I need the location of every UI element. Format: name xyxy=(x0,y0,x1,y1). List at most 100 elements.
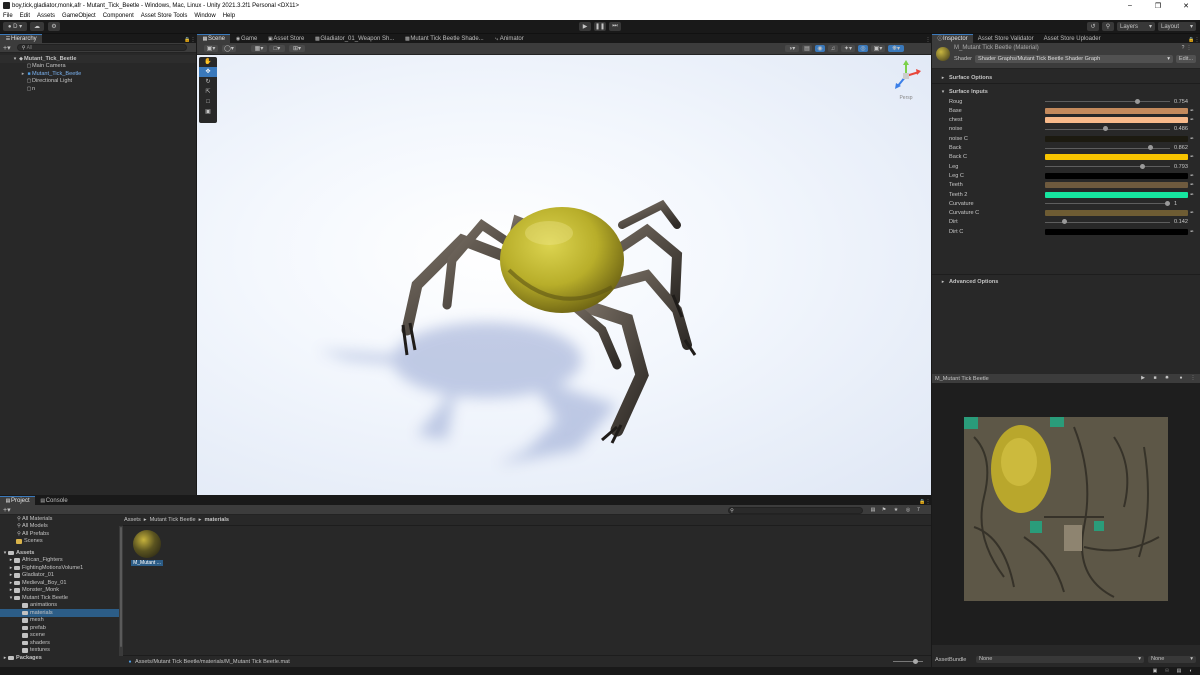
camera-settings-button[interactable]: ▣▾ xyxy=(871,45,885,52)
icon-size-slider[interactable] xyxy=(893,659,923,664)
property-slider[interactable] xyxy=(1045,145,1170,150)
menu-file[interactable]: File xyxy=(3,13,13,19)
property-slider[interactable] xyxy=(1045,200,1170,206)
color-field[interactable] xyxy=(1045,182,1188,189)
menu-window[interactable]: Window xyxy=(194,13,215,19)
favorite-item[interactable]: ⚲ All Prefabs xyxy=(0,530,119,538)
tab-animator[interactable]: ⤷ Animator xyxy=(489,34,529,43)
effects-button[interactable]: ✦▾ xyxy=(841,45,855,52)
eyedropper-icon[interactable]: ✒ xyxy=(1190,210,1194,216)
shader-dropdown[interactable]: Shader Graphs/Mutant Tick Beetle Shader … xyxy=(975,55,1173,63)
menu-edit[interactable]: Edit xyxy=(20,13,30,19)
color-field[interactable] xyxy=(1045,135,1188,142)
project-search-input[interactable]: ⚲ xyxy=(728,506,863,514)
network-icon[interactable]: ▣ xyxy=(1152,668,1158,674)
transform-tool-icon[interactable]: ▣ xyxy=(199,107,217,117)
minimize-icon[interactable]: – xyxy=(1116,2,1144,9)
scale-tool-icon[interactable]: ⇱ xyxy=(199,87,217,97)
folder-item[interactable]: ▸ Medieval_Boy_01 xyxy=(0,579,119,587)
property-slider[interactable] xyxy=(1045,126,1170,132)
cloud-button[interactable]: ☁ xyxy=(30,22,44,31)
folder-item[interactable]: ▸ Monster_Monk xyxy=(0,587,119,595)
hidden-count[interactable]: 7 xyxy=(917,507,920,513)
hierarchy-item[interactable]: ▢ n xyxy=(0,85,196,93)
folder-item[interactable]: scene xyxy=(0,632,119,640)
folder-item[interactable]: mesh xyxy=(0,617,119,625)
color-field[interactable] xyxy=(1045,172,1188,179)
breadcrumb-item[interactable]: Assets xyxy=(124,517,141,523)
collab-button[interactable]: ⚙ xyxy=(48,22,60,31)
cache-icon[interactable]: ▤ xyxy=(1176,668,1182,674)
tab-weapon-shader[interactable]: ▩ Gladiator_01_Weapon Sh... xyxy=(309,34,399,43)
assetbundle-variant-dropdown[interactable]: None ▾ xyxy=(1148,656,1196,663)
slider-knob[interactable] xyxy=(913,659,918,664)
visibility-toggle[interactable]: ◎ xyxy=(858,45,868,52)
folder-item[interactable]: ▸ African_Fighters xyxy=(0,557,119,565)
color-field[interactable] xyxy=(1045,107,1188,114)
undo-history-button[interactable]: ↺ xyxy=(1087,22,1099,31)
material-preview[interactable] xyxy=(932,383,1200,645)
breadcrumb-item-current[interactable]: materials xyxy=(204,517,229,523)
tree-scrollbar[interactable] xyxy=(119,526,123,656)
filter-type-icon[interactable]: ▤ xyxy=(870,507,876,513)
folder-item[interactable]: ▸ FightingMotionsVolume1 xyxy=(0,564,119,572)
light-icon[interactable]: ✸ xyxy=(1164,375,1170,381)
search-button[interactable]: ⚲ xyxy=(1102,22,1114,31)
add-icon[interactable]: +▾ xyxy=(3,506,11,514)
2d-toggle[interactable]: ▤ xyxy=(802,45,812,52)
eyedropper-icon[interactable]: ✒ xyxy=(1190,108,1194,114)
tab-console[interactable]: ▤ Console xyxy=(35,496,73,505)
hand-tool-icon[interactable]: ✋ xyxy=(199,57,217,67)
slider-knob[interactable] xyxy=(1062,219,1068,225)
orientation-gizmo[interactable]: Persp xyxy=(889,59,923,103)
move-tool-icon[interactable]: ✥ xyxy=(199,67,217,77)
foldout-advanced-options[interactable]: ▸ Advanced Options xyxy=(932,277,1200,286)
settings-icon[interactable]: ⋮ xyxy=(1186,45,1192,51)
color-field[interactable] xyxy=(1045,191,1188,198)
tab-asset-store[interactable]: ▣ Asset Store xyxy=(262,34,309,43)
packages-root[interactable]: ▸ Packages xyxy=(0,654,119,662)
play-button[interactable]: ▶ xyxy=(579,22,591,31)
assets-root[interactable]: ▾ Assets xyxy=(0,549,119,557)
eye-icon[interactable]: ◎ xyxy=(905,507,911,513)
menu-component[interactable]: Component xyxy=(103,13,134,19)
draw-mode-button[interactable]: ◑▾ xyxy=(785,45,799,52)
folder-item-selected[interactable]: materials xyxy=(0,609,119,617)
assetbundle-dropdown[interactable]: None ▾ xyxy=(976,656,1144,663)
menu-gameobject[interactable]: GameObject xyxy=(62,13,96,19)
tab-asset-store-validator[interactable]: Asset Store Validator xyxy=(973,34,1039,43)
slider-knob[interactable] xyxy=(1165,200,1170,206)
slider-knob[interactable] xyxy=(1103,126,1109,132)
tool-handle-button[interactable]: ▣▾ xyxy=(204,45,218,52)
hierarchy-item[interactable]: ▸ ■ Mutant_Tick_Beetle xyxy=(0,70,196,78)
sphere-icon[interactable]: ● xyxy=(1178,375,1184,381)
favorite-item[interactable]: ⚲ All Materials xyxy=(0,515,119,523)
account-button[interactable]: ● D ▾ xyxy=(3,22,27,31)
menu-assets[interactable]: Assets xyxy=(37,13,55,19)
color-field[interactable] xyxy=(1045,117,1188,124)
foldout-surface-options[interactable]: ▸ Surface Options xyxy=(932,73,1200,82)
eyedropper-icon[interactable]: ✒ xyxy=(1190,192,1194,198)
property-slider[interactable] xyxy=(1045,98,1170,104)
eyedropper-icon[interactable]: ✒ xyxy=(1190,136,1194,142)
eyedropper-icon[interactable]: ✒ xyxy=(1190,229,1194,235)
favorite-item[interactable]: Scenes xyxy=(0,538,119,546)
increment-button[interactable]: ⊞▾ xyxy=(289,45,305,52)
property-value[interactable]: 0.862 xyxy=(1174,145,1188,151)
layers-dropdown[interactable]: Layers ▾ xyxy=(1117,22,1155,31)
color-field[interactable] xyxy=(1045,228,1188,235)
color-field[interactable] xyxy=(1045,154,1188,161)
rotate-tool-icon[interactable]: ↻ xyxy=(199,77,217,87)
foldout-surface-inputs[interactable]: ▾ Surface Inputs xyxy=(932,87,1200,96)
edit-shader-button[interactable]: Edit... xyxy=(1176,55,1196,63)
property-value[interactable]: 0.793 xyxy=(1174,164,1188,170)
snap-increment-button[interactable]: □▾ xyxy=(269,45,285,52)
step-button[interactable]: ⏭ xyxy=(609,22,621,31)
favorite-item[interactable]: ⚲ All Models xyxy=(0,523,119,531)
eyedropper-icon[interactable]: ✒ xyxy=(1190,173,1194,179)
folder-item[interactable]: prefab xyxy=(0,624,119,632)
hierarchy-search-input[interactable]: ⚲ All xyxy=(16,44,187,51)
hierarchy-item[interactable]: ▢ Main Camera xyxy=(0,63,196,71)
tab-beetle-shader[interactable]: ▩ Mutant Tick Beetle Shade... xyxy=(399,34,488,43)
star-icon[interactable]: ★ xyxy=(893,507,899,513)
